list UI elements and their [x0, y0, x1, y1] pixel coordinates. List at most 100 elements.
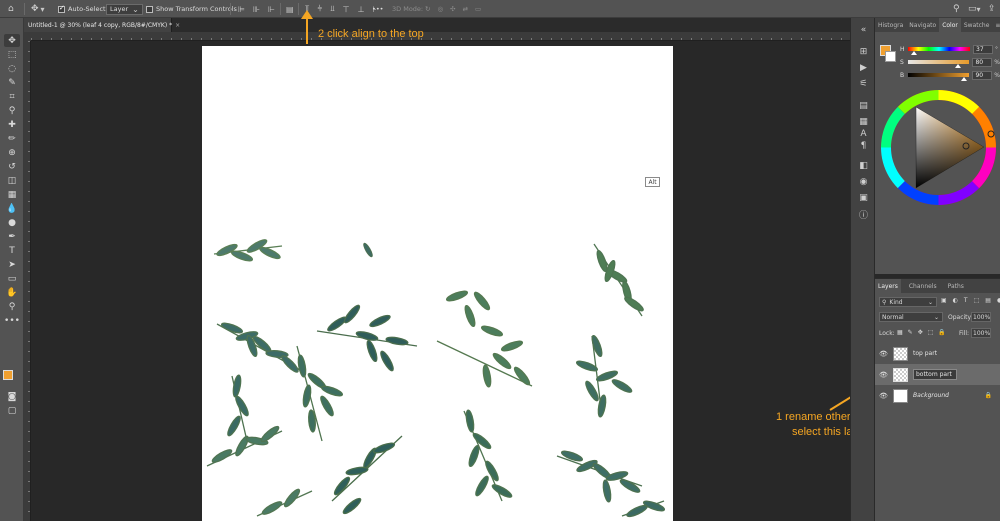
brushes-icon[interactable]: ◧ — [857, 160, 870, 172]
tab-layers[interactable]: Layers — [875, 279, 901, 293]
lasso-tool-icon[interactable]: ◌ — [4, 62, 20, 75]
eye-icon[interactable]: 👁 — [879, 350, 891, 358]
3d-rotate-icon[interactable]: ↻ — [425, 5, 430, 13]
info-icon[interactable]: ⓘ — [857, 208, 870, 221]
tab-color[interactable]: Color — [939, 18, 961, 32]
pixel-filter-icon[interactable]: ▣ — [941, 297, 947, 304]
horizontal-ruler[interactable] — [31, 32, 850, 41]
eye-icon[interactable]: 👁 — [879, 371, 891, 379]
align-hcenter-icon[interactable]: ⊪ — [253, 5, 260, 14]
dodge-tool-icon[interactable]: ● — [4, 216, 20, 229]
brightness-slider[interactable]: B 90 % — [900, 70, 1000, 81]
layer-row-top-part[interactable]: 👁 top part — [875, 343, 1000, 364]
history-brush-icon[interactable]: ↺ — [4, 160, 20, 173]
tab-channels[interactable]: Channels — [906, 279, 940, 293]
blur-tool-icon[interactable]: 💧 — [4, 202, 20, 215]
lock-position-icon[interactable]: ✥ — [918, 329, 923, 336]
brightness-value-field[interactable]: 90 — [972, 70, 993, 80]
shape-filter-icon[interactable]: ⬚ — [974, 297, 980, 304]
auto-select-dropdown[interactable]: Layer ⌄ — [106, 0, 143, 18]
workspace-icon[interactable]: ▭ ▾ — [968, 0, 981, 18]
path-select-icon[interactable]: ➤ — [4, 258, 20, 271]
more-tools-icon[interactable]: ••• — [4, 314, 20, 327]
align-left-icon[interactable]: ⊫ — [238, 5, 245, 14]
blend-mode-dropdown[interactable]: Normal ⌄ — [879, 312, 943, 322]
3d-slide-icon[interactable]: ⇄ — [463, 5, 468, 13]
hue-value-field[interactable]: 37 — [973, 44, 993, 54]
distribute-top-icon[interactable]: ⊤ — [343, 5, 350, 14]
foreground-color-swatch[interactable] — [3, 370, 13, 380]
saturation-value-field[interactable]: 80 — [972, 57, 993, 67]
color-wheel[interactable] — [881, 90, 996, 205]
properties-icon[interactable]: ▦ — [857, 116, 870, 128]
align-bottom-icon[interactable]: ⫫ — [330, 4, 335, 14]
lock-artboard-icon[interactable]: ⬚ — [928, 329, 934, 336]
document-tab[interactable]: Untitled-1 @ 30% (leaf 4 copy, RGB/8#/CM… — [24, 18, 180, 32]
close-icon[interactable]: × — [175, 22, 180, 29]
gradient-tool-icon[interactable]: ▦ — [4, 188, 20, 201]
tab-paths[interactable]: Paths — [945, 279, 967, 293]
distribute-vcenter-icon[interactable]: ⊥ — [358, 5, 365, 14]
quick-select-icon[interactable]: ✎ — [4, 76, 20, 89]
opacity-field[interactable]: 100% — [971, 312, 991, 322]
vertical-ruler[interactable] — [24, 41, 31, 521]
3d-drag-icon[interactable]: ✣ — [450, 5, 455, 13]
shape-tool-icon[interactable]: ▭ — [4, 272, 20, 285]
layer-name-edit-field[interactable]: bottom part — [913, 369, 957, 380]
paragraph-icon[interactable]: ¶ — [857, 140, 870, 152]
zoom-tool-icon[interactable]: ⚲ — [4, 300, 20, 313]
eraser-tool-icon[interactable]: ◫ — [4, 174, 20, 187]
lock-transparent-icon[interactable]: ▦ — [897, 329, 903, 336]
type-filter-icon[interactable]: T — [964, 297, 968, 304]
layer-row-bottom-part[interactable]: 👁 bottom part — [875, 364, 1000, 385]
document-canvas[interactable] — [202, 46, 673, 521]
3d-icon[interactable]: ▣ — [857, 192, 870, 204]
adjustments-icon[interactable]: ⚟ — [857, 78, 870, 90]
move-tool-icon[interactable]: ✥ ▾ — [31, 0, 45, 18]
lock-pixels-icon[interactable]: ✎ — [908, 329, 913, 336]
actions-icon[interactable]: ▶ — [857, 62, 870, 74]
healing-brush-icon[interactable]: ✚ — [4, 118, 20, 131]
tab-navigator[interactable]: Navigato — [906, 18, 939, 32]
distribute-icons[interactable]: ⊫ ⊪ ⊩ — [238, 0, 275, 18]
3d-roll-icon[interactable]: ◎ — [437, 5, 443, 13]
clone-stamp-icon[interactable]: ⊕ — [4, 146, 20, 159]
align-extra-icon[interactable]: ▤ — [286, 0, 294, 18]
show-transform-checkbox[interactable]: Show Transform Controls — [146, 0, 237, 18]
3d-scale-icon[interactable]: ▭ — [475, 5, 481, 13]
auto-select-checkbox[interactable]: Auto-Select: — [58, 0, 108, 18]
collapse-panels-icon[interactable]: « — [857, 24, 870, 36]
adjustment-filter-icon[interactable]: ◐ — [953, 297, 958, 304]
panel-menu-icon[interactable]: ≡ — [992, 18, 1000, 32]
quick-mask-icon[interactable]: ◙ — [4, 390, 20, 403]
crop-tool-icon[interactable]: ⌗ — [4, 90, 20, 103]
marquee-tool-icon[interactable]: ⬚ — [4, 48, 20, 61]
lock-all-icon[interactable]: 🔒 — [938, 329, 945, 336]
eyedropper-icon[interactable]: ⚲ — [4, 104, 20, 117]
layer-name[interactable]: top part — [913, 350, 937, 357]
move-tool-icon[interactable]: ✥ — [4, 34, 20, 47]
tab-histogram[interactable]: Histogra — [875, 18, 906, 32]
screen-mode-icon[interactable]: ▢ — [4, 404, 20, 417]
hand-tool-icon[interactable]: ✋ — [4, 286, 20, 299]
more-options-button[interactable]: ••• — [372, 0, 384, 18]
styles-icon[interactable]: ◉ — [857, 176, 870, 188]
home-icon[interactable]: ⌂ — [8, 0, 14, 18]
filter-kind-dropdown[interactable]: ⚲ Kind ⌄ — [879, 297, 937, 307]
pen-tool-icon[interactable]: ✒ — [4, 230, 20, 243]
libraries-icon[interactable]: ▤ — [857, 100, 870, 112]
background-color-swatch[interactable] — [885, 51, 896, 62]
saturation-slider[interactable]: S 80 % — [900, 57, 1000, 68]
history-icon[interactable]: ⊞ — [857, 46, 870, 58]
layer-name[interactable]: Background — [913, 392, 949, 399]
type-tool-icon[interactable]: T — [4, 244, 20, 257]
share-icon[interactable]: ⇪ — [988, 0, 996, 18]
smart-filter-icon[interactable]: ▤ — [985, 297, 991, 304]
align-right-icon[interactable]: ⊩ — [268, 5, 275, 14]
align-vcenter-icon[interactable]: ⫩ — [318, 4, 323, 14]
fill-field[interactable]: 100% — [971, 328, 991, 338]
search-icon[interactable]: ⚲ — [953, 0, 960, 18]
layer-row-background[interactable]: 👁 Background 🔒 — [875, 385, 1000, 406]
character-icon[interactable]: A — [857, 128, 870, 140]
brush-tool-icon[interactable]: ✏ — [4, 132, 20, 145]
